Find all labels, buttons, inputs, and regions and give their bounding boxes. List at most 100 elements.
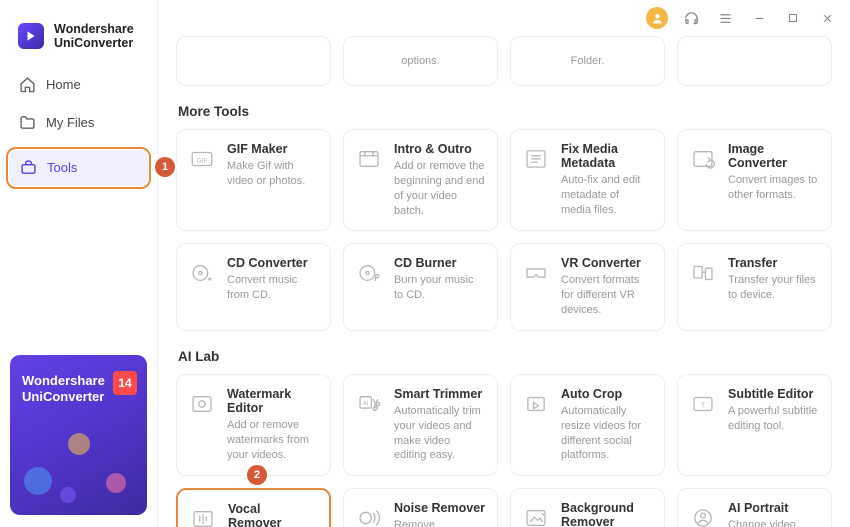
sidebar-item-files[interactable]: My Files (8, 105, 149, 141)
top-partial-row: options. Folder. (176, 36, 832, 86)
portrait-icon (688, 503, 718, 527)
sidebar: Wondershare UniConverter Home My Files (0, 0, 158, 527)
subtitle-icon: T (688, 389, 718, 419)
card-title: VR Converter (561, 256, 652, 270)
card-title: Background Remover (561, 501, 652, 527)
section-header-ai-lab: AI Lab (178, 349, 830, 364)
brand-line2: UniConverter (54, 36, 134, 50)
card-desc: Remove background noise from video/audio… (394, 518, 485, 527)
tool-card-ai-portrait[interactable]: AI Portrait Change video background with… (677, 488, 832, 527)
close-icon[interactable] (816, 7, 838, 29)
vocal-icon (188, 504, 218, 527)
sidebar-item-label: My Files (46, 115, 94, 130)
card-desc: Convert music from CD. (227, 273, 318, 303)
tool-card-noise-remover[interactable]: Noise Remover Remove background noise fr… (343, 488, 498, 527)
tool-card-transfer[interactable]: Transfer Transfer your files to device. (677, 243, 832, 331)
brand-logo-icon (18, 23, 44, 49)
brand: Wondershare UniConverter (0, 12, 157, 67)
tool-card-subtitle-editor[interactable]: T Subtitle Editor A powerful subtitle ed… (677, 374, 832, 476)
card-desc: Burn your music to CD. (394, 273, 485, 303)
tool-card-vocal-remover[interactable]: Vocal Remover Automatically separate voc… (176, 488, 331, 527)
ai-lab-grid: Watermark Editor Add or remove watermark… (176, 374, 832, 527)
svg-text:AI: AI (363, 401, 369, 407)
tool-card-intro-outro[interactable]: Intro & Outro Add or remove the beginnin… (343, 129, 498, 231)
bg-remove-icon (521, 503, 551, 527)
maximize-icon[interactable] (782, 7, 804, 29)
card-desc: A powerful subtitle editing tool. (728, 404, 819, 434)
sidebar-item-tools[interactable]: Tools (9, 150, 148, 186)
tool-card-cd-burner[interactable]: CD Burner Burn your music to CD. (343, 243, 498, 331)
card-desc: Transfer your files to device. (728, 273, 819, 303)
more-tools-grid: GIF GIF Maker Make Gif with video or pho… (176, 129, 832, 331)
card-desc: Add or remove the beginning and end of y… (394, 159, 485, 218)
card-title: Watermark Editor (227, 387, 318, 415)
minimize-icon[interactable] (748, 7, 770, 29)
sidebar-item-label: Home (46, 77, 81, 92)
partial-card[interactable] (176, 36, 331, 86)
card-title: CD Burner (394, 256, 485, 270)
card-desc: Change video background with AI. (728, 518, 819, 527)
watermark-icon (187, 389, 217, 419)
tool-card-smart-trimmer[interactable]: AI Smart Trimmer Automatically trim your… (343, 374, 498, 476)
titlebar (158, 0, 850, 36)
card-title: Transfer (728, 256, 819, 270)
content-scroll[interactable]: options. Folder. More Tools GIF GIF Make… (158, 36, 850, 527)
card-title: Subtitle Editor (728, 387, 819, 401)
card-title: Image Converter (728, 142, 819, 170)
brand-line1: Wondershare (54, 22, 134, 36)
support-icon[interactable] (680, 7, 702, 29)
noise-icon (354, 503, 384, 527)
section-header-more-tools: More Tools (178, 104, 830, 119)
sidebar-item-home[interactable]: Home (8, 67, 149, 103)
callout-badge-2: 2 (247, 465, 267, 485)
partial-card[interactable]: Folder. (510, 36, 665, 86)
promo-card[interactable]: Wondershare UniConverter 14 (10, 355, 147, 515)
menu-icon[interactable] (714, 7, 736, 29)
card-title: Auto Crop (561, 387, 652, 401)
partial-card-text: options. (401, 54, 440, 68)
svg-text:GIF: GIF (197, 157, 208, 164)
tool-card-image-converter[interactable]: Image Converter Convert images to other … (677, 129, 832, 231)
main: options. Folder. More Tools GIF GIF Make… (158, 0, 850, 527)
folder-icon (18, 114, 36, 132)
sidebar-item-label: Tools (47, 160, 77, 175)
brand-text: Wondershare UniConverter (54, 22, 134, 51)
tool-card-watermark-editor[interactable]: Watermark Editor Add or remove watermark… (176, 374, 331, 476)
tool-card-gif-maker[interactable]: GIF GIF Maker Make Gif with video or pho… (176, 129, 331, 231)
user-avatar-icon[interactable] (646, 7, 668, 29)
card-desc: Auto-fix and edit metadate of media file… (561, 173, 652, 218)
card-title: CD Converter (227, 256, 318, 270)
tool-card-fix-metadata[interactable]: Fix Media Metadata Auto-fix and edit met… (510, 129, 665, 231)
crop-icon (521, 389, 551, 419)
home-icon (18, 76, 36, 94)
tool-card-vr-converter[interactable]: VR Converter Convert formats for differe… (510, 243, 665, 331)
sidebar-nav: Home My Files Tools 1 (0, 67, 157, 193)
card-title: AI Portrait (728, 501, 819, 515)
transfer-icon (688, 258, 718, 288)
promo-version-badge: 14 (113, 371, 137, 395)
card-title: Noise Remover (394, 501, 485, 515)
disc-burn-icon (354, 258, 384, 288)
card-title: Smart Trimmer (394, 387, 485, 401)
partial-card[interactable]: options. (343, 36, 498, 86)
promo-line1: Wondershare (22, 373, 105, 389)
card-desc: Automatically resize videos for differen… (561, 404, 652, 463)
callout-badge-1: 1 (155, 157, 175, 177)
promo-title: Wondershare UniConverter (22, 373, 105, 406)
tool-card-cd-converter[interactable]: CD Converter Convert music from CD. (176, 243, 331, 331)
tool-card-background-remover[interactable]: Background Remover Automatically remove … (510, 488, 665, 527)
scissors-ai-icon: AI (354, 389, 384, 419)
card-desc: Make Gif with video or photos. (227, 159, 318, 189)
card-title: Intro & Outro (394, 142, 485, 156)
card-title: Fix Media Metadata (561, 142, 652, 170)
card-desc: Automatically trim your videos and make … (394, 404, 485, 463)
gif-icon: GIF (187, 144, 217, 174)
vr-icon (521, 258, 551, 288)
promo-decoration-icon (106, 473, 126, 493)
card-title: Vocal Remover (228, 502, 317, 527)
card-desc: Convert formats for different VR devices… (561, 273, 652, 318)
partial-card[interactable] (677, 36, 832, 86)
promo-decoration-icon (60, 487, 76, 503)
svg-text:T: T (701, 400, 706, 409)
tool-card-auto-crop[interactable]: Auto Crop Automatically resize videos fo… (510, 374, 665, 476)
